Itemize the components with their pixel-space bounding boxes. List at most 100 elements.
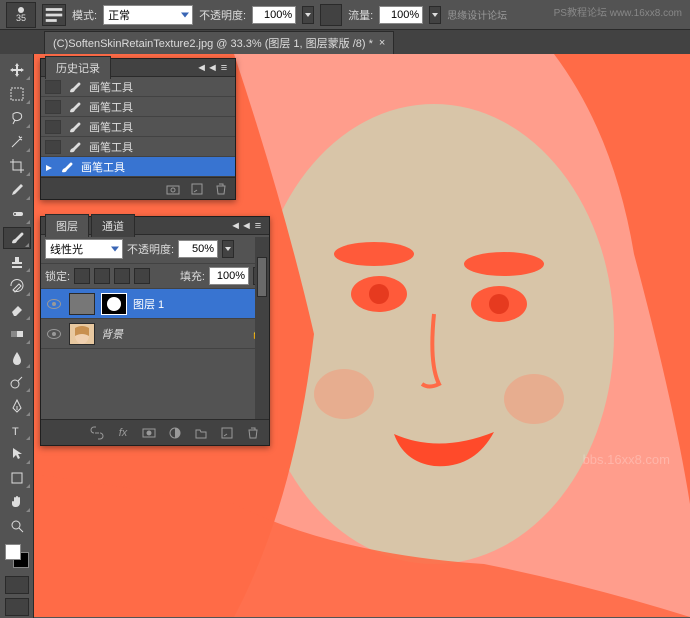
lock-pixels-icon[interactable] [94, 268, 110, 284]
header-watermark: 思缘设计论坛 [447, 7, 507, 22]
history-brush-tool[interactable] [3, 275, 31, 297]
layer-thumbnail[interactable] [69, 293, 95, 315]
bottom-watermark: bbs.16xx8.com [583, 452, 670, 467]
hand-tool[interactable] [3, 491, 31, 513]
lock-all-icon[interactable] [134, 268, 150, 284]
new-layer-icon[interactable] [219, 425, 235, 441]
layer-row[interactable]: 图层 1 [41, 289, 269, 319]
brush-size-label: 35 [16, 13, 26, 23]
adjustment-layer-icon[interactable] [167, 425, 183, 441]
opacity-slider-toggle[interactable] [302, 6, 314, 24]
new-state-icon[interactable] [189, 181, 205, 197]
history-item[interactable]: 画笔工具 [41, 117, 235, 137]
foreground-color[interactable] [5, 544, 21, 560]
pressure-opacity-button[interactable] [320, 4, 342, 26]
history-item[interactable]: 画笔工具 [41, 157, 235, 177]
flow-value: 100% [391, 9, 419, 21]
layers-list: 图层 1 背景 🔒 [41, 289, 269, 419]
history-panel: 历史记录 ◄◄ ≡ 画笔工具 画笔工具 画笔工具 画笔工具 [40, 58, 236, 200]
flow-input[interactable]: 100% [379, 6, 423, 24]
lock-position-icon[interactable] [114, 268, 130, 284]
document-tab-bar: (C)SoftenSkinRetainTexture2.jpg @ 33.3% … [0, 30, 690, 54]
crop-tool[interactable] [3, 155, 31, 177]
stamp-tool[interactable] [3, 251, 31, 273]
corner-watermark: PS教程论坛 www.16xx8.com [554, 4, 682, 19]
opacity-input[interactable]: 100% [252, 6, 296, 24]
history-vis-icon[interactable] [45, 80, 61, 94]
blur-tool[interactable] [3, 347, 31, 369]
new-group-icon[interactable] [193, 425, 209, 441]
layers-controls-row: 线性光 不透明度: 50% [41, 235, 269, 264]
fill-input[interactable]: 100% [209, 267, 249, 285]
screen-mode-toggle[interactable] [5, 598, 29, 616]
link-layers-icon[interactable] [89, 425, 105, 441]
panel-menu-icon[interactable]: ≡ [251, 220, 265, 232]
history-vis-icon[interactable] [45, 120, 61, 134]
layer-thumbnail[interactable] [69, 323, 95, 345]
move-tool[interactable] [3, 59, 31, 81]
layer-row[interactable]: 背景 🔒 [41, 319, 269, 349]
layers-lock-row: 锁定: 填充: 100% [41, 264, 269, 289]
history-vis-icon[interactable] [45, 100, 61, 114]
path-select-tool[interactable] [3, 443, 31, 465]
layer-mask-thumbnail[interactable] [101, 293, 127, 315]
eyedropper-tool[interactable] [3, 179, 31, 201]
brush-panel-icon [43, 4, 65, 26]
channels-tab[interactable]: 通道 [91, 214, 135, 237]
gradient-tool[interactable] [3, 323, 31, 345]
fill-value: 100% [217, 270, 245, 282]
pen-tool[interactable] [3, 395, 31, 417]
history-panel-header[interactable]: 历史记录 ◄◄ ≡ [41, 59, 235, 77]
brush-tool[interactable] [3, 227, 31, 249]
layer-mask-icon[interactable] [141, 425, 157, 441]
history-item-label: 画笔工具 [89, 139, 133, 155]
history-item[interactable]: 画笔工具 [41, 77, 235, 97]
delete-layer-icon[interactable] [245, 425, 261, 441]
fill-label: 填充: [180, 268, 205, 284]
color-swatches[interactable] [3, 542, 31, 570]
dodge-tool[interactable] [3, 371, 31, 393]
marquee-tool[interactable] [3, 83, 31, 105]
layer-style-icon[interactable]: fx [115, 425, 131, 441]
quick-mask-toggle[interactable] [5, 576, 29, 594]
blend-mode-value: 线性光 [50, 241, 83, 257]
zoom-tool[interactable] [3, 515, 31, 537]
new-snapshot-icon[interactable] [165, 181, 181, 197]
visibility-toggle[interactable] [45, 295, 63, 313]
scrollbar-thumb[interactable] [257, 257, 267, 297]
panel-menu-icon[interactable]: ≡ [217, 62, 231, 74]
layer-opacity-label: 不透明度: [127, 241, 174, 257]
shape-tool[interactable] [3, 467, 31, 489]
close-icon[interactable]: × [379, 37, 385, 49]
spot-heal-tool[interactable] [3, 203, 31, 225]
flow-label: 流量: [348, 7, 373, 23]
eraser-tool[interactable] [3, 299, 31, 321]
history-item[interactable]: 画笔工具 [41, 137, 235, 157]
document-tab[interactable]: (C)SoftenSkinRetainTexture2.jpg @ 33.3% … [44, 31, 394, 54]
brush-panel-toggle[interactable] [42, 4, 66, 26]
panel-collapse-icon[interactable]: ◄◄ [234, 220, 248, 232]
lasso-tool[interactable] [3, 107, 31, 129]
layers-panel-header[interactable]: 图层 通道 ◄◄ ≡ [41, 217, 269, 235]
layers-tab[interactable]: 图层 [45, 214, 89, 237]
blend-mode-select[interactable]: 正常 [103, 5, 193, 25]
layer-name[interactable]: 背景 [101, 326, 123, 342]
layer-name[interactable]: 图层 1 [133, 296, 164, 312]
layers-scrollbar[interactable] [255, 237, 269, 419]
panel-collapse-icon[interactable]: ◄◄ [200, 62, 214, 74]
layer-opacity-input[interactable]: 50% [178, 240, 218, 258]
type-tool[interactable]: T [3, 419, 31, 441]
brush-preset-picker[interactable]: 35 [6, 2, 36, 28]
history-item-label: 画笔工具 [81, 159, 125, 175]
layer-opacity-slider[interactable] [222, 240, 234, 258]
flow-slider-toggle[interactable] [429, 6, 441, 24]
lock-transparent-icon[interactable] [74, 268, 90, 284]
layer-blend-mode-select[interactable]: 线性光 [45, 239, 123, 259]
history-item-label: 画笔工具 [89, 79, 133, 95]
history-tab[interactable]: 历史记录 [45, 56, 111, 79]
visibility-toggle[interactable] [45, 325, 63, 343]
magic-wand-tool[interactable] [3, 131, 31, 153]
delete-state-icon[interactable] [213, 181, 229, 197]
history-item[interactable]: 画笔工具 [41, 97, 235, 117]
history-vis-icon[interactable] [45, 140, 61, 154]
